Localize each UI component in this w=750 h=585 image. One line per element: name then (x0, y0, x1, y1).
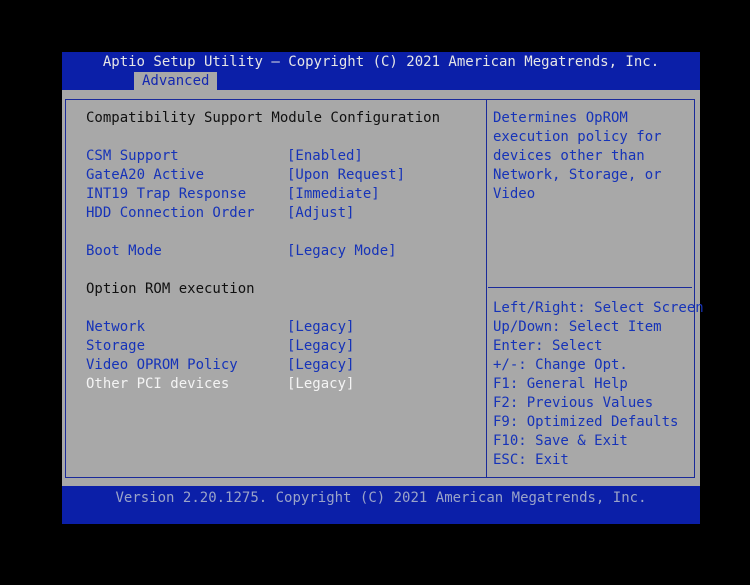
setting-value-int19-trap-response[interactable]: [Immediate] (287, 185, 380, 204)
header-title: Aptio Setup Utility – Copyright (C) 2021… (102, 54, 660, 70)
setting-value-gatea20-active[interactable]: [Upon Request] (287, 166, 405, 185)
key-hint: F9: Optimized Defaults (493, 414, 679, 430)
setting-label-network[interactable]: Network (86, 318, 145, 337)
footer-bar: Version 2.20.1275. Copyright (C) 2021 Am… (62, 486, 700, 524)
panel-divider-vertical (486, 99, 487, 478)
setting-label-hdd-connection-order[interactable]: HDD Connection Order (86, 204, 255, 223)
help-line: devices other than (493, 148, 645, 164)
help-line: Video (493, 186, 536, 202)
key-hint: F10: Save & Exit (493, 433, 628, 449)
setting-label-other-pci-devices[interactable]: Other PCI devices (86, 375, 229, 394)
setting-value-csm-support[interactable]: [Enabled] (287, 147, 363, 166)
bios-setup-window: Aptio Setup Utility – Copyright (C) 2021… (62, 52, 704, 524)
setting-label-storage[interactable]: Storage (86, 337, 145, 356)
help-line: Determines OpROM (493, 110, 628, 126)
key-hint: +/-: Change Opt. (493, 357, 628, 373)
setting-label-boot-mode[interactable]: Boot Mode (86, 242, 162, 261)
setting-label-gatea20-active[interactable]: GateA20 Active (86, 166, 204, 185)
setting-value-network[interactable]: [Legacy] (287, 318, 354, 337)
key-hint: Up/Down: Select Item (493, 319, 662, 335)
setting-label-csm-support[interactable]: CSM Support (86, 147, 179, 166)
setting-label-video-oprom-policy[interactable]: Video OPROM Policy (86, 356, 238, 375)
setting-value-other-pci-devices[interactable]: [Legacy] (287, 375, 354, 394)
key-hint: Enter: Select (493, 338, 603, 354)
setting-value-hdd-connection-order[interactable]: [Adjust] (287, 204, 354, 223)
setting-value-storage[interactable]: [Legacy] (287, 337, 354, 356)
help-divider-horizontal (488, 287, 692, 288)
setting-value-video-oprom-policy[interactable]: [Legacy] (287, 356, 354, 375)
help-line: execution policy for (493, 129, 662, 145)
header-bar: Aptio Setup Utility – Copyright (C) 2021… (62, 52, 700, 90)
section-title: Compatibility Support Module Configurati… (86, 110, 441, 126)
key-hint: ESC: Exit (493, 452, 569, 468)
option-rom-section-title: Option ROM execution (86, 281, 255, 297)
setting-value-boot-mode[interactable]: [Legacy Mode] (287, 242, 397, 261)
key-hint: F1: General Help (493, 376, 628, 392)
help-line: Network, Storage, or (493, 167, 662, 183)
key-hint: F2: Previous Values (493, 395, 654, 411)
tab-advanced[interactable]: Advanced (134, 72, 218, 90)
footer-version-text: Version 2.20.1275. Copyright (C) 2021 Am… (115, 490, 647, 506)
key-hint: Left/Right: Select Screen (493, 300, 704, 316)
setting-label-int19-trap-response[interactable]: INT19 Trap Response (86, 185, 246, 204)
